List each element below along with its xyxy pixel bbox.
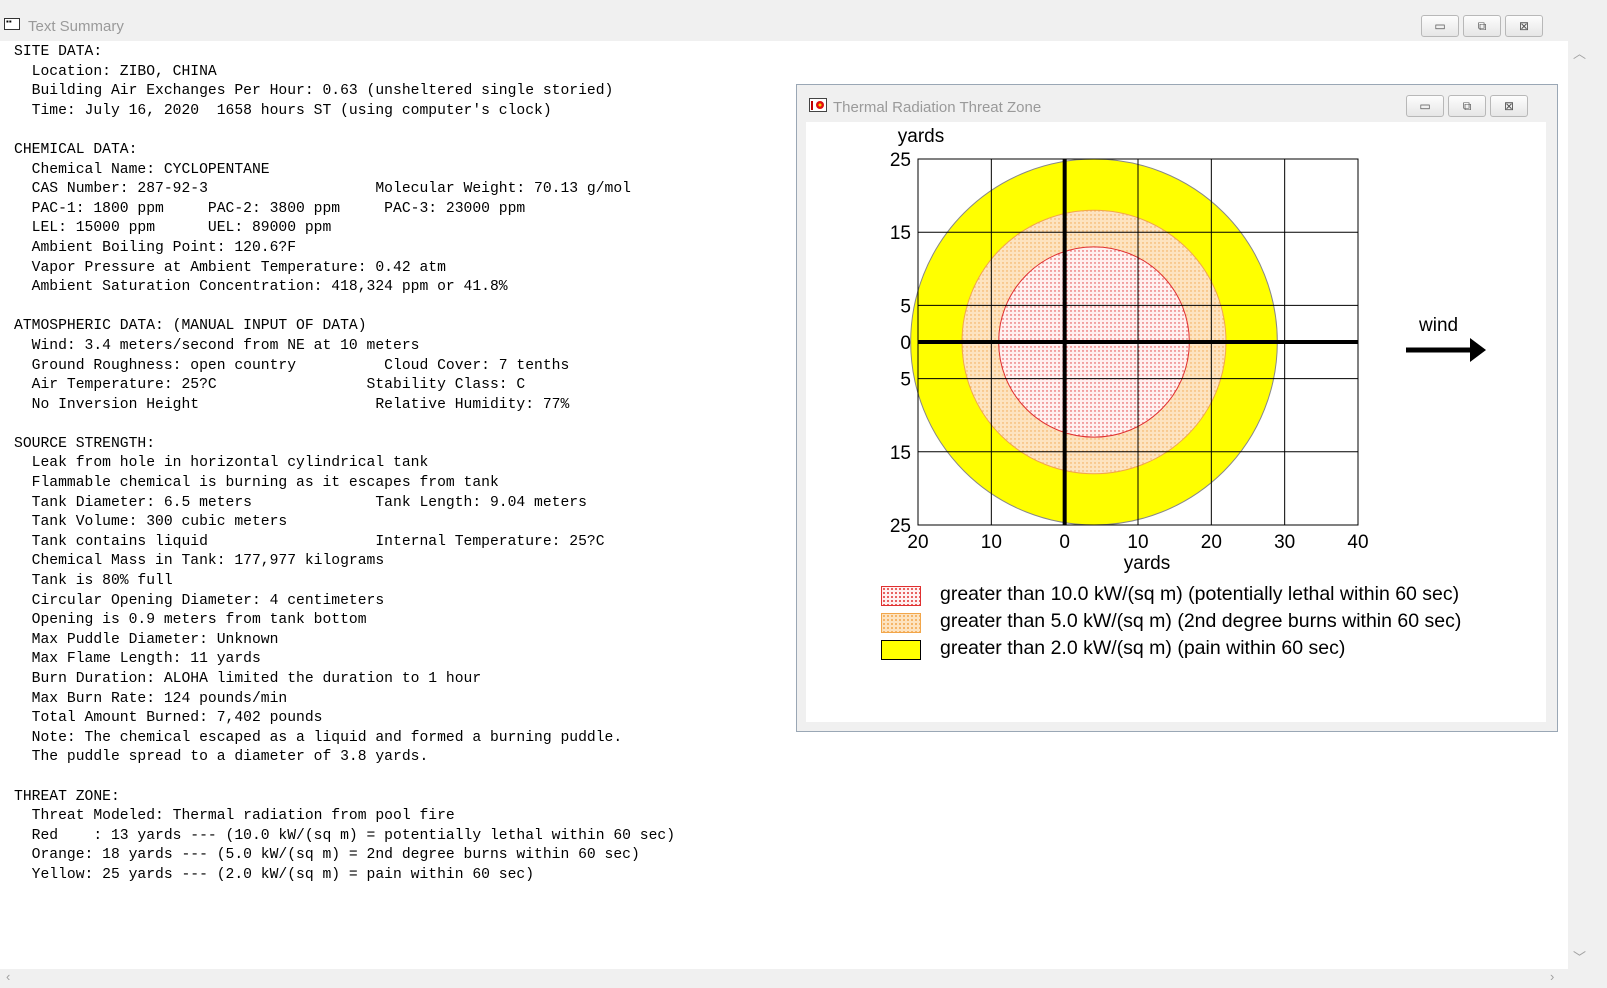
wind-indicator: wind xyxy=(1406,315,1486,362)
y-tick-label: 5 xyxy=(900,370,911,391)
thermal-threat-zone-window: Thermal Radiation Threat Zone ▭ ⧉ ⊠ 20 1… xyxy=(796,84,1558,732)
thermal-maximize-button[interactable]: ⧉ xyxy=(1448,95,1486,117)
legend-label: greater than 10.0 kW/(sq m) (potentially… xyxy=(940,583,1460,605)
x-tick-label: 0 xyxy=(1059,532,1070,553)
legend-swatch-yellow xyxy=(881,640,921,660)
wind-label: wind xyxy=(1418,315,1458,336)
y-tick-label: 15 xyxy=(890,443,911,464)
close-button[interactable]: ⊠ xyxy=(1505,15,1543,37)
thermal-close-button[interactable]: ⊠ xyxy=(1490,95,1528,117)
title-bar[interactable]: ▪▪ Text Summary ▭ ⧉ ⊠ xyxy=(0,13,1600,41)
x-axis-label: yards xyxy=(1124,553,1170,574)
maximize-button[interactable]: ⧉ xyxy=(1463,15,1501,37)
text-summary-window: ▪▪ Text Summary ▭ ⧉ ⊠ SITE DATA: Locatio… xyxy=(0,0,1607,988)
y-axis-label: yards xyxy=(898,126,944,147)
y-tick-label: 25 xyxy=(890,150,911,171)
legend-swatch-red xyxy=(881,586,921,606)
x-tick-label: 10 xyxy=(1127,532,1148,553)
y-tick-label: 0 xyxy=(900,333,911,354)
summary-text: SITE DATA: Location: ZIBO, CHINA Buildin… xyxy=(14,44,676,883)
window-title: Text Summary xyxy=(28,18,124,35)
scroll-right-icon[interactable]: › xyxy=(1550,969,1554,984)
vertical-scrollbar[interactable]: ︿ ﹀ xyxy=(1568,41,1588,969)
threat-zone-chart: 20 10 0 10 20 30 4025155051525yardsyards wind xyxy=(890,126,1486,574)
x-tick-label: 40 xyxy=(1347,532,1368,553)
scroll-down-icon[interactable]: ﹀ xyxy=(1573,947,1586,966)
legend-label: greater than 5.0 kW/(sq m) (2nd degree b… xyxy=(940,610,1462,632)
thermal-window-title: Thermal Radiation Threat Zone xyxy=(833,99,1042,116)
window-icon[interactable]: ▪▪ xyxy=(4,18,20,30)
thermal-minimize-button[interactable]: ▭ xyxy=(1406,95,1444,117)
y-tick-label: 5 xyxy=(900,296,911,317)
y-tick-label: 15 xyxy=(890,223,911,244)
threat-zone-plot-area: 20 10 0 10 20 30 40 25 15 5 0 5 15 25 yards yards wind … xyxy=(806,122,1546,722)
horizontal-scrollbar[interactable]: ‹ › xyxy=(0,969,1568,988)
x-tick-label: 10 xyxy=(981,532,1002,553)
legend-label: greater than 2.0 kW/(sq m) (pain within … xyxy=(940,637,1346,659)
threat-zone-icon[interactable] xyxy=(809,98,827,112)
x-tick-label: 20 xyxy=(1201,532,1222,553)
scroll-left-icon[interactable]: ‹ xyxy=(6,969,10,984)
minimize-button[interactable]: ▭ xyxy=(1421,15,1459,37)
wind-arrowhead-icon xyxy=(1470,338,1486,362)
legend-swatch-orange xyxy=(881,613,921,633)
y-tick-label: 25 xyxy=(890,516,911,537)
scroll-up-icon[interactable]: ︿ xyxy=(1573,43,1586,62)
x-tick-label: 30 xyxy=(1274,532,1295,553)
